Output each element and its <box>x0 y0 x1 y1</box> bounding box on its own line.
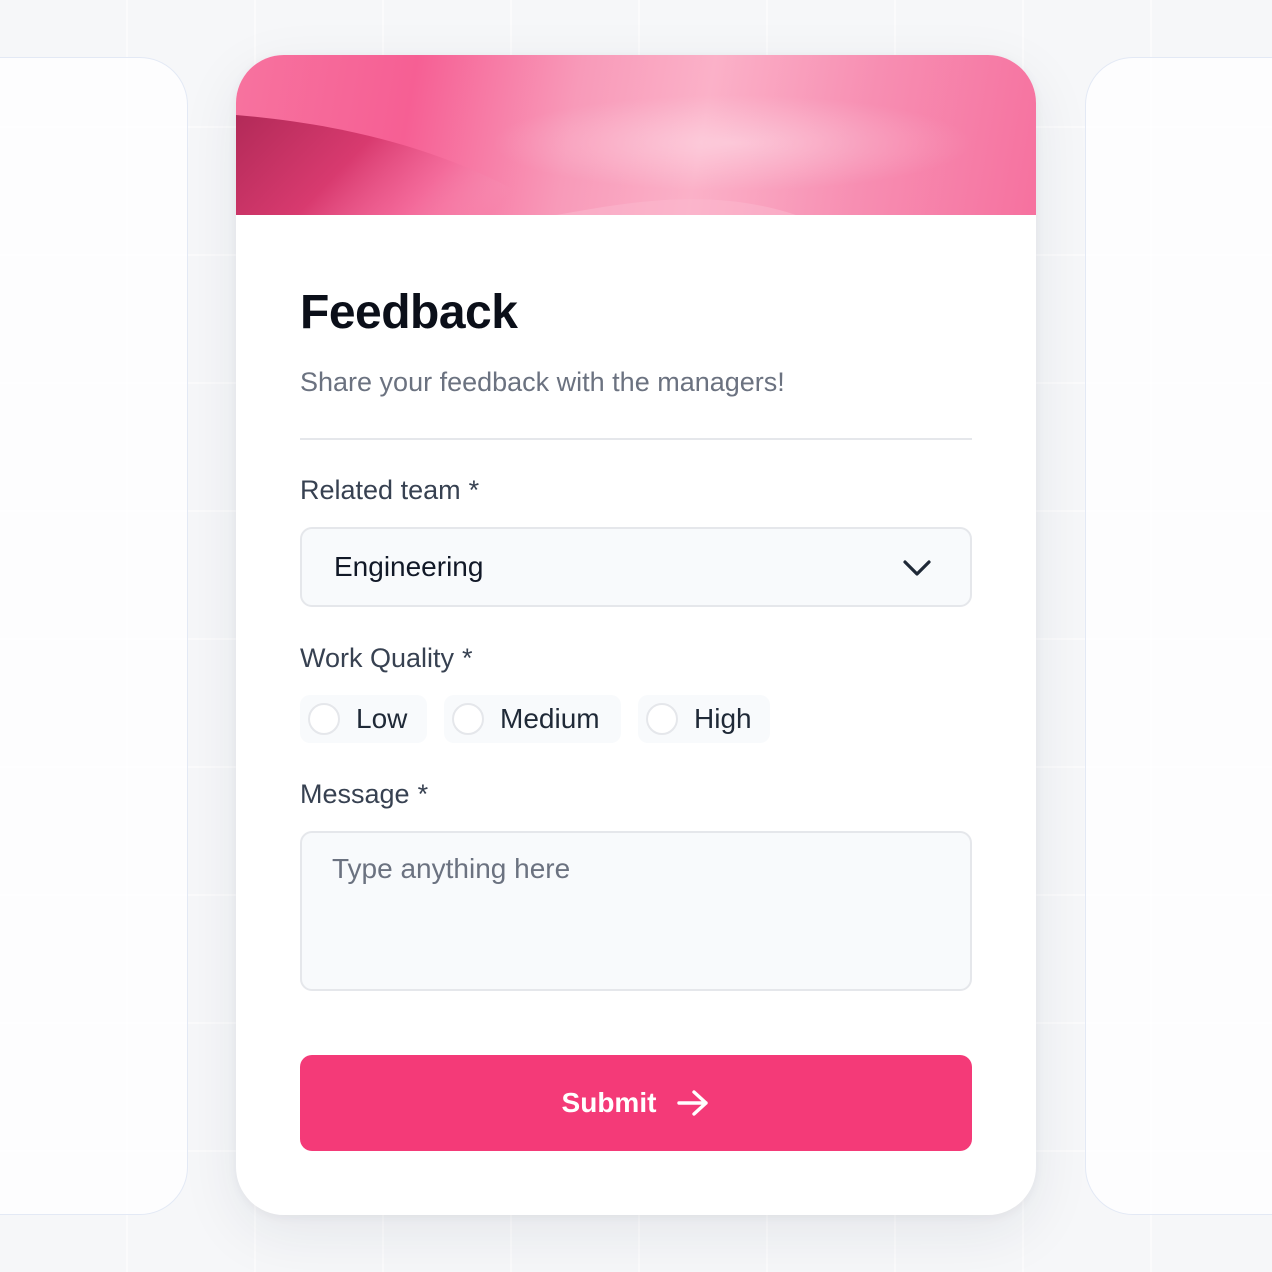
feedback-card: Feedback Share your feedback with the ma… <box>236 55 1036 1215</box>
related-team-select[interactable]: Engineering <box>300 527 972 607</box>
header-banner <box>236 55 1036 215</box>
related-team-label-text: Related team <box>300 475 461 505</box>
message-placeholder: Type anything here <box>332 853 571 884</box>
required-mark: * <box>417 779 429 809</box>
related-team-selected-value: Engineering <box>334 551 484 582</box>
radio-circle[interactable] <box>452 703 484 735</box>
radio-label-medium: Medium <box>500 703 600 734</box>
work-quality-label-text: Work Quality <box>300 643 455 673</box>
radio-option-high[interactable]: High <box>638 695 770 743</box>
form-title: Feedback <box>300 286 518 339</box>
submit-button-label: Submit <box>561 1087 657 1118</box>
background-card-left <box>0 57 188 1215</box>
radio-option-low[interactable]: Low <box>300 695 427 743</box>
message-label-text: Message <box>300 779 410 809</box>
form-subtitle: Share your feedback with the managers! <box>300 367 785 397</box>
radio-label-high: High <box>694 703 752 734</box>
arrow-right-icon <box>677 1090 709 1116</box>
radio-circle[interactable] <box>646 703 678 735</box>
radio-option-medium[interactable]: Medium <box>444 695 621 743</box>
required-mark: * <box>462 643 473 673</box>
message-textarea[interactable]: Type anything here <box>300 831 972 991</box>
radio-label-low: Low <box>356 703 408 734</box>
chevron-down-icon <box>903 560 931 576</box>
background-card-right <box>1085 57 1272 1215</box>
required-mark: * <box>468 475 480 505</box>
submit-button[interactable]: Submit <box>300 1055 972 1151</box>
related-team-label: Related team * <box>300 475 479 506</box>
message-label: Message * <box>300 779 428 810</box>
banner-wave-graphic <box>236 55 1036 215</box>
work-quality-label: Work Quality * <box>300 643 473 674</box>
header-divider <box>300 438 972 440</box>
radio-circle[interactable] <box>308 703 340 735</box>
